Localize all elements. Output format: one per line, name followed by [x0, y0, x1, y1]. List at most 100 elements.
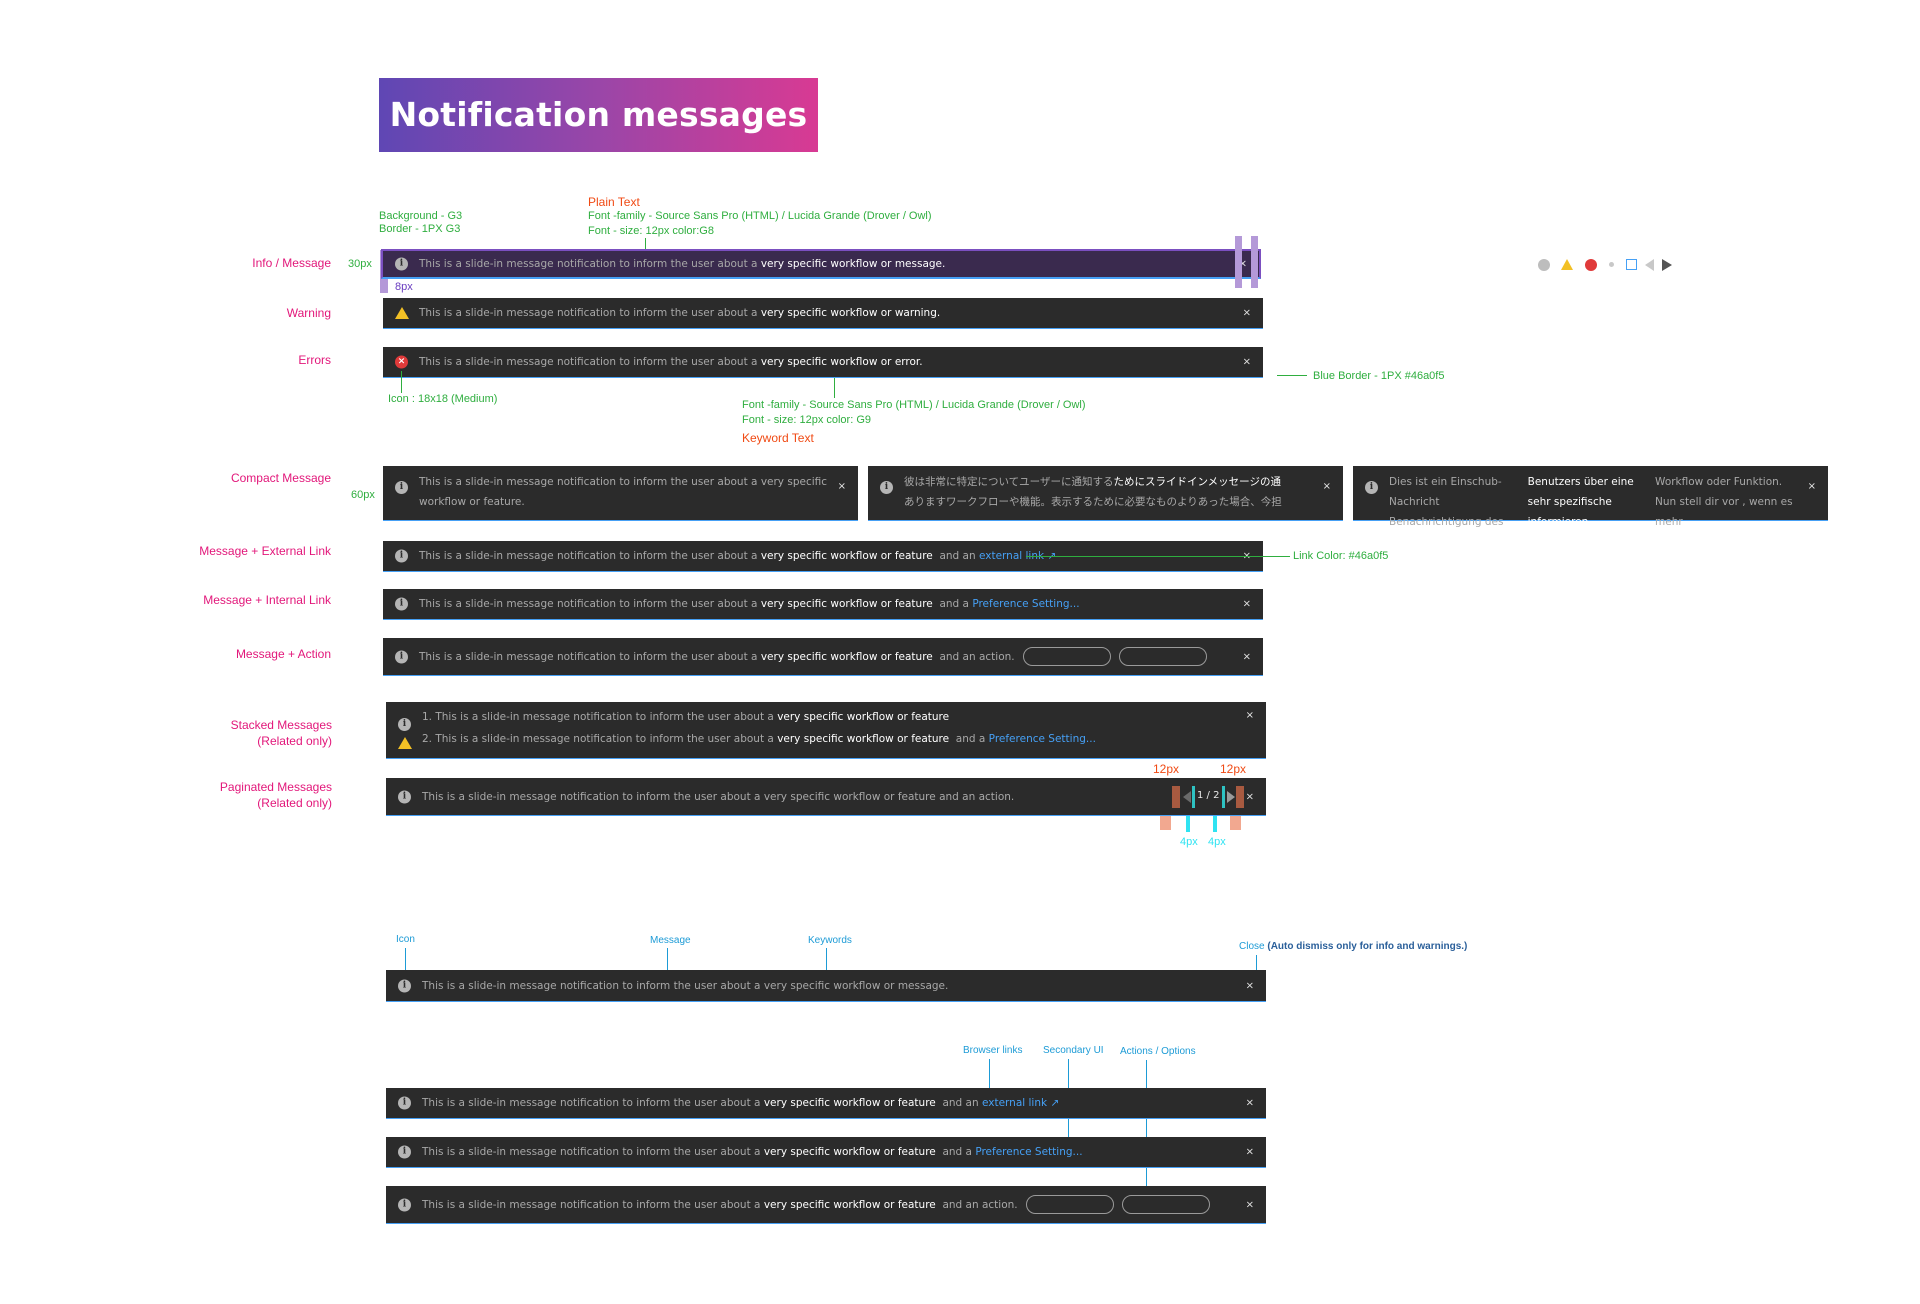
- action-button-primary[interactable]: [1022, 647, 1111, 666]
- toast-compact-en: i This is a slide-in message notificatio…: [383, 466, 858, 521]
- preference-setting-link[interactable]: Preference Setting...: [975, 1146, 1082, 1158]
- close-icon[interactable]: ×: [1246, 1199, 1254, 1210]
- info-icon: i: [1365, 481, 1378, 494]
- info-icon: i: [395, 549, 408, 563]
- info-icon: i: [398, 979, 411, 992]
- toast-message: This is a slide-in message notification …: [422, 790, 1015, 803]
- toast-message: This is a slide-in message notification …: [419, 258, 946, 270]
- chevron-right-icon[interactable]: [1227, 791, 1235, 803]
- callout-close: Close (Auto dismiss only for info and wa…: [1239, 941, 1468, 952]
- anno-12px-a: 12px: [1153, 762, 1180, 776]
- label-external: Message + External Link: [199, 544, 331, 558]
- anno-icon-size: Icon : 18x18 (Medium): [388, 393, 498, 405]
- connector-line: [401, 371, 402, 393]
- anno-height-30: 30px: [348, 258, 372, 270]
- anno-4px-b: 4px: [1208, 836, 1226, 848]
- close-icon[interactable]: ×: [1243, 651, 1251, 662]
- info-icon: [1538, 259, 1550, 271]
- info-icon: i: [395, 650, 408, 663]
- callout-browser-links: Browser links: [963, 1045, 1023, 1056]
- anno-4px-a: 4px: [1180, 836, 1198, 848]
- info-icon: i: [395, 597, 408, 611]
- warning-icon: [395, 307, 409, 319]
- spacing-marker: [1236, 786, 1244, 808]
- warning-icon: [1561, 259, 1573, 270]
- close-icon[interactable]: ×: [1246, 710, 1254, 721]
- preference-setting-link[interactable]: Preference Setting...: [989, 733, 1096, 745]
- padding-marker-right-1: [1235, 236, 1242, 288]
- anno-font-family-1: Font -family - Source Sans Pro (HTML) / …: [588, 210, 932, 222]
- info-icon: i: [880, 481, 893, 494]
- callout-line: [1146, 1060, 1147, 1199]
- toast-message: This is a slide-in message notification …: [419, 356, 923, 368]
- page-title: Notification messages: [379, 78, 818, 152]
- close-icon[interactable]: ×: [1246, 1147, 1254, 1158]
- close-icon[interactable]: ×: [1808, 481, 1816, 492]
- close-icon[interactable]: ×: [1243, 357, 1251, 368]
- toast-info: i This is a slide-in message notificatio…: [381, 249, 1261, 279]
- toast-message: This is a slide-in message notification …: [419, 476, 828, 508]
- spacing-marker: [1192, 786, 1195, 808]
- action-button-secondary[interactable]: [1121, 1195, 1210, 1214]
- spacing-marker: [1186, 816, 1190, 832]
- connector-line: [1026, 556, 1290, 557]
- spacing-marker: [1172, 786, 1180, 808]
- page-counter: 1 / 2: [1197, 790, 1220, 801]
- close-icon[interactable]: ×: [1323, 481, 1331, 492]
- toast-warning: This is a slide-in message notification …: [383, 298, 1263, 329]
- spacing-marker: [1222, 786, 1225, 808]
- anno-font-size-2: Font - size: 12px color: G9: [742, 414, 871, 426]
- spacing-marker: [1213, 816, 1217, 832]
- label-errors: Errors: [298, 353, 331, 367]
- action-button-primary[interactable]: [1025, 1195, 1114, 1214]
- toast-stacked: i 1. This is a slide-in message notifica…: [386, 702, 1266, 759]
- anno-plain-text: Plain Text: [588, 195, 640, 209]
- info-icon: i: [398, 790, 411, 803]
- toast-compact-de: i Dies ist ein Einschub-Nachricht Benach…: [1353, 466, 1828, 528]
- toast-message: This is a slide-in message notification …: [419, 598, 1080, 610]
- info-icon: i: [395, 481, 408, 494]
- callout-secondary-ui: Secondary UI: [1043, 1045, 1104, 1056]
- toast-internal-link: i This is a slide-in message notificatio…: [386, 1137, 1266, 1168]
- close-icon[interactable]: ×: [1243, 308, 1251, 319]
- close-icon[interactable]: ×: [1243, 599, 1251, 610]
- stacked-message-2: 2. This is a slide-in message notificati…: [422, 733, 1096, 745]
- padding-marker-right-2: [1251, 236, 1258, 288]
- connector-line: [834, 378, 835, 398]
- preference-setting-link[interactable]: Preference Setting...: [972, 598, 1079, 610]
- stacked-message-1: 1. This is a slide-in message notificati…: [422, 711, 950, 723]
- close-icon[interactable]: ×: [838, 481, 846, 492]
- close-icon[interactable]: ×: [1246, 1098, 1254, 1109]
- label-stacked-sub: (Related only): [257, 734, 332, 748]
- toast-message: This is a slide-in message notification …: [422, 979, 949, 992]
- chevron-left-icon[interactable]: [1183, 791, 1191, 803]
- action-button-secondary[interactable]: [1118, 647, 1207, 666]
- chevron-right-icon: [1662, 259, 1672, 271]
- toast-message: This is a slide-in message notification …: [422, 1146, 1083, 1158]
- warning-icon: [398, 737, 412, 749]
- anno-blue-border: Blue Border - 1PX #46a0f5: [1313, 370, 1445, 382]
- anno-font-family-2: Font -family - Source Sans Pro (HTML) / …: [742, 399, 1086, 411]
- anno-height-60: 60px: [351, 489, 375, 501]
- external-link[interactable]: external link: [982, 1097, 1047, 1109]
- toast-message: This is a slide-in message notification …: [422, 1097, 1060, 1109]
- toast-error: × This is a slide-in message notificatio…: [383, 347, 1263, 378]
- toast-message: This is a slide-in message notification …: [419, 550, 1057, 562]
- toast-action: i This is a slide-in message notificatio…: [383, 638, 1263, 676]
- info-icon: i: [395, 257, 408, 271]
- callout-keywords: Keywords: [808, 935, 852, 946]
- label-info: Info / Message: [252, 256, 331, 270]
- spacing-marker: [1160, 816, 1171, 830]
- toast-message: This is a slide-in message notification …: [422, 1186, 1210, 1223]
- toast-compact-jp: i 彼は非常に特定についてユーザーに通知するためにスライドインメッセージの通 あり…: [868, 466, 1343, 521]
- close-icon[interactable]: ×: [1246, 791, 1254, 802]
- close-icon[interactable]: ×: [1246, 980, 1254, 991]
- anno-12px-b: 12px: [1220, 762, 1247, 776]
- error-icon: ×: [395, 355, 408, 369]
- label-paginated: Paginated Messages: [219, 780, 332, 794]
- toast-external-link: i This is a slide-in message notificatio…: [386, 1088, 1266, 1119]
- anno-font-size-1: Font - size: 12px color:G8: [588, 225, 714, 237]
- info-icon: i: [398, 1096, 411, 1110]
- info-icon: i: [398, 1198, 411, 1211]
- label-paginated-sub: (Related only): [257, 796, 332, 810]
